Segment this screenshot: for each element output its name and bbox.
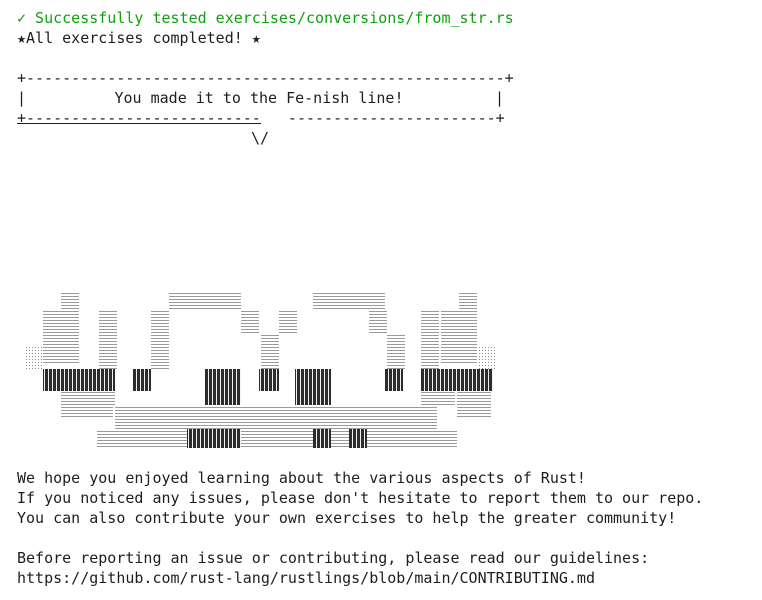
crab-block (261, 333, 279, 371)
crab-block (279, 309, 297, 333)
crab-block (241, 309, 259, 333)
message-contribute: You can also contribute your own exercis… (17, 509, 677, 527)
crab-block (151, 333, 169, 369)
banner-title: You made it to the Fe-nish line! (114, 89, 404, 107)
crab-block (133, 369, 151, 391)
crab-block (313, 429, 331, 448)
crab-block (387, 333, 405, 371)
success-message: ✓ Successfully tested exercises/conversi… (17, 9, 514, 27)
crab-block (313, 291, 385, 309)
message-enjoyed: We hope you enjoyed learning about the v… (17, 469, 586, 487)
ferris-crab-icon (0, 218, 740, 448)
crab-block (151, 309, 169, 333)
message-issues: If you noticed any issues, please don't … (17, 489, 704, 507)
crab-block (61, 291, 79, 309)
closing-messages: We hope you enjoyed learning about the v… (17, 468, 757, 588)
crab-block (169, 291, 241, 309)
banner-box: +---------------------------------------… (17, 68, 514, 147)
banner-middle: | You made it to the Fe-nish line! | (17, 88, 504, 108)
completed-message: ★All exercises completed! ★ (17, 29, 261, 47)
crab-block (79, 391, 115, 405)
message-guidelines: Before reporting an issue or contributin… (17, 549, 650, 567)
crab-block (369, 309, 387, 333)
crab-block (295, 369, 331, 411)
banner-right-edge: | (495, 89, 505, 107)
crab-block (421, 309, 439, 371)
banner-underline (17, 123, 261, 124)
banner-bottom-border: +-------------------------- ------------… (17, 109, 505, 127)
crab-block (477, 347, 497, 371)
crab-block (457, 387, 491, 419)
crab-block (25, 347, 43, 371)
crab-block (205, 369, 241, 411)
crab-block (187, 429, 241, 448)
crab-block (421, 369, 493, 391)
crab-block (385, 369, 403, 391)
crab-block (97, 429, 457, 448)
contributing-link[interactable]: https://github.com/rust-lang/rustlings/b… (17, 568, 757, 588)
crab-block (115, 405, 437, 429)
crab-body (25, 291, 497, 448)
crab-block (421, 391, 455, 405)
terminal-output: ✓ Successfully tested exercises/conversi… (17, 8, 757, 147)
crab-block (349, 429, 367, 448)
crab-block (441, 309, 477, 365)
speech-tail: \/ (251, 129, 270, 147)
crab-block (99, 309, 117, 371)
crab-block (259, 369, 279, 391)
crab-block (43, 369, 115, 391)
banner-top-border: +---------------------------------------… (17, 69, 514, 87)
crab-block (459, 291, 477, 309)
crab-block (61, 309, 79, 349)
